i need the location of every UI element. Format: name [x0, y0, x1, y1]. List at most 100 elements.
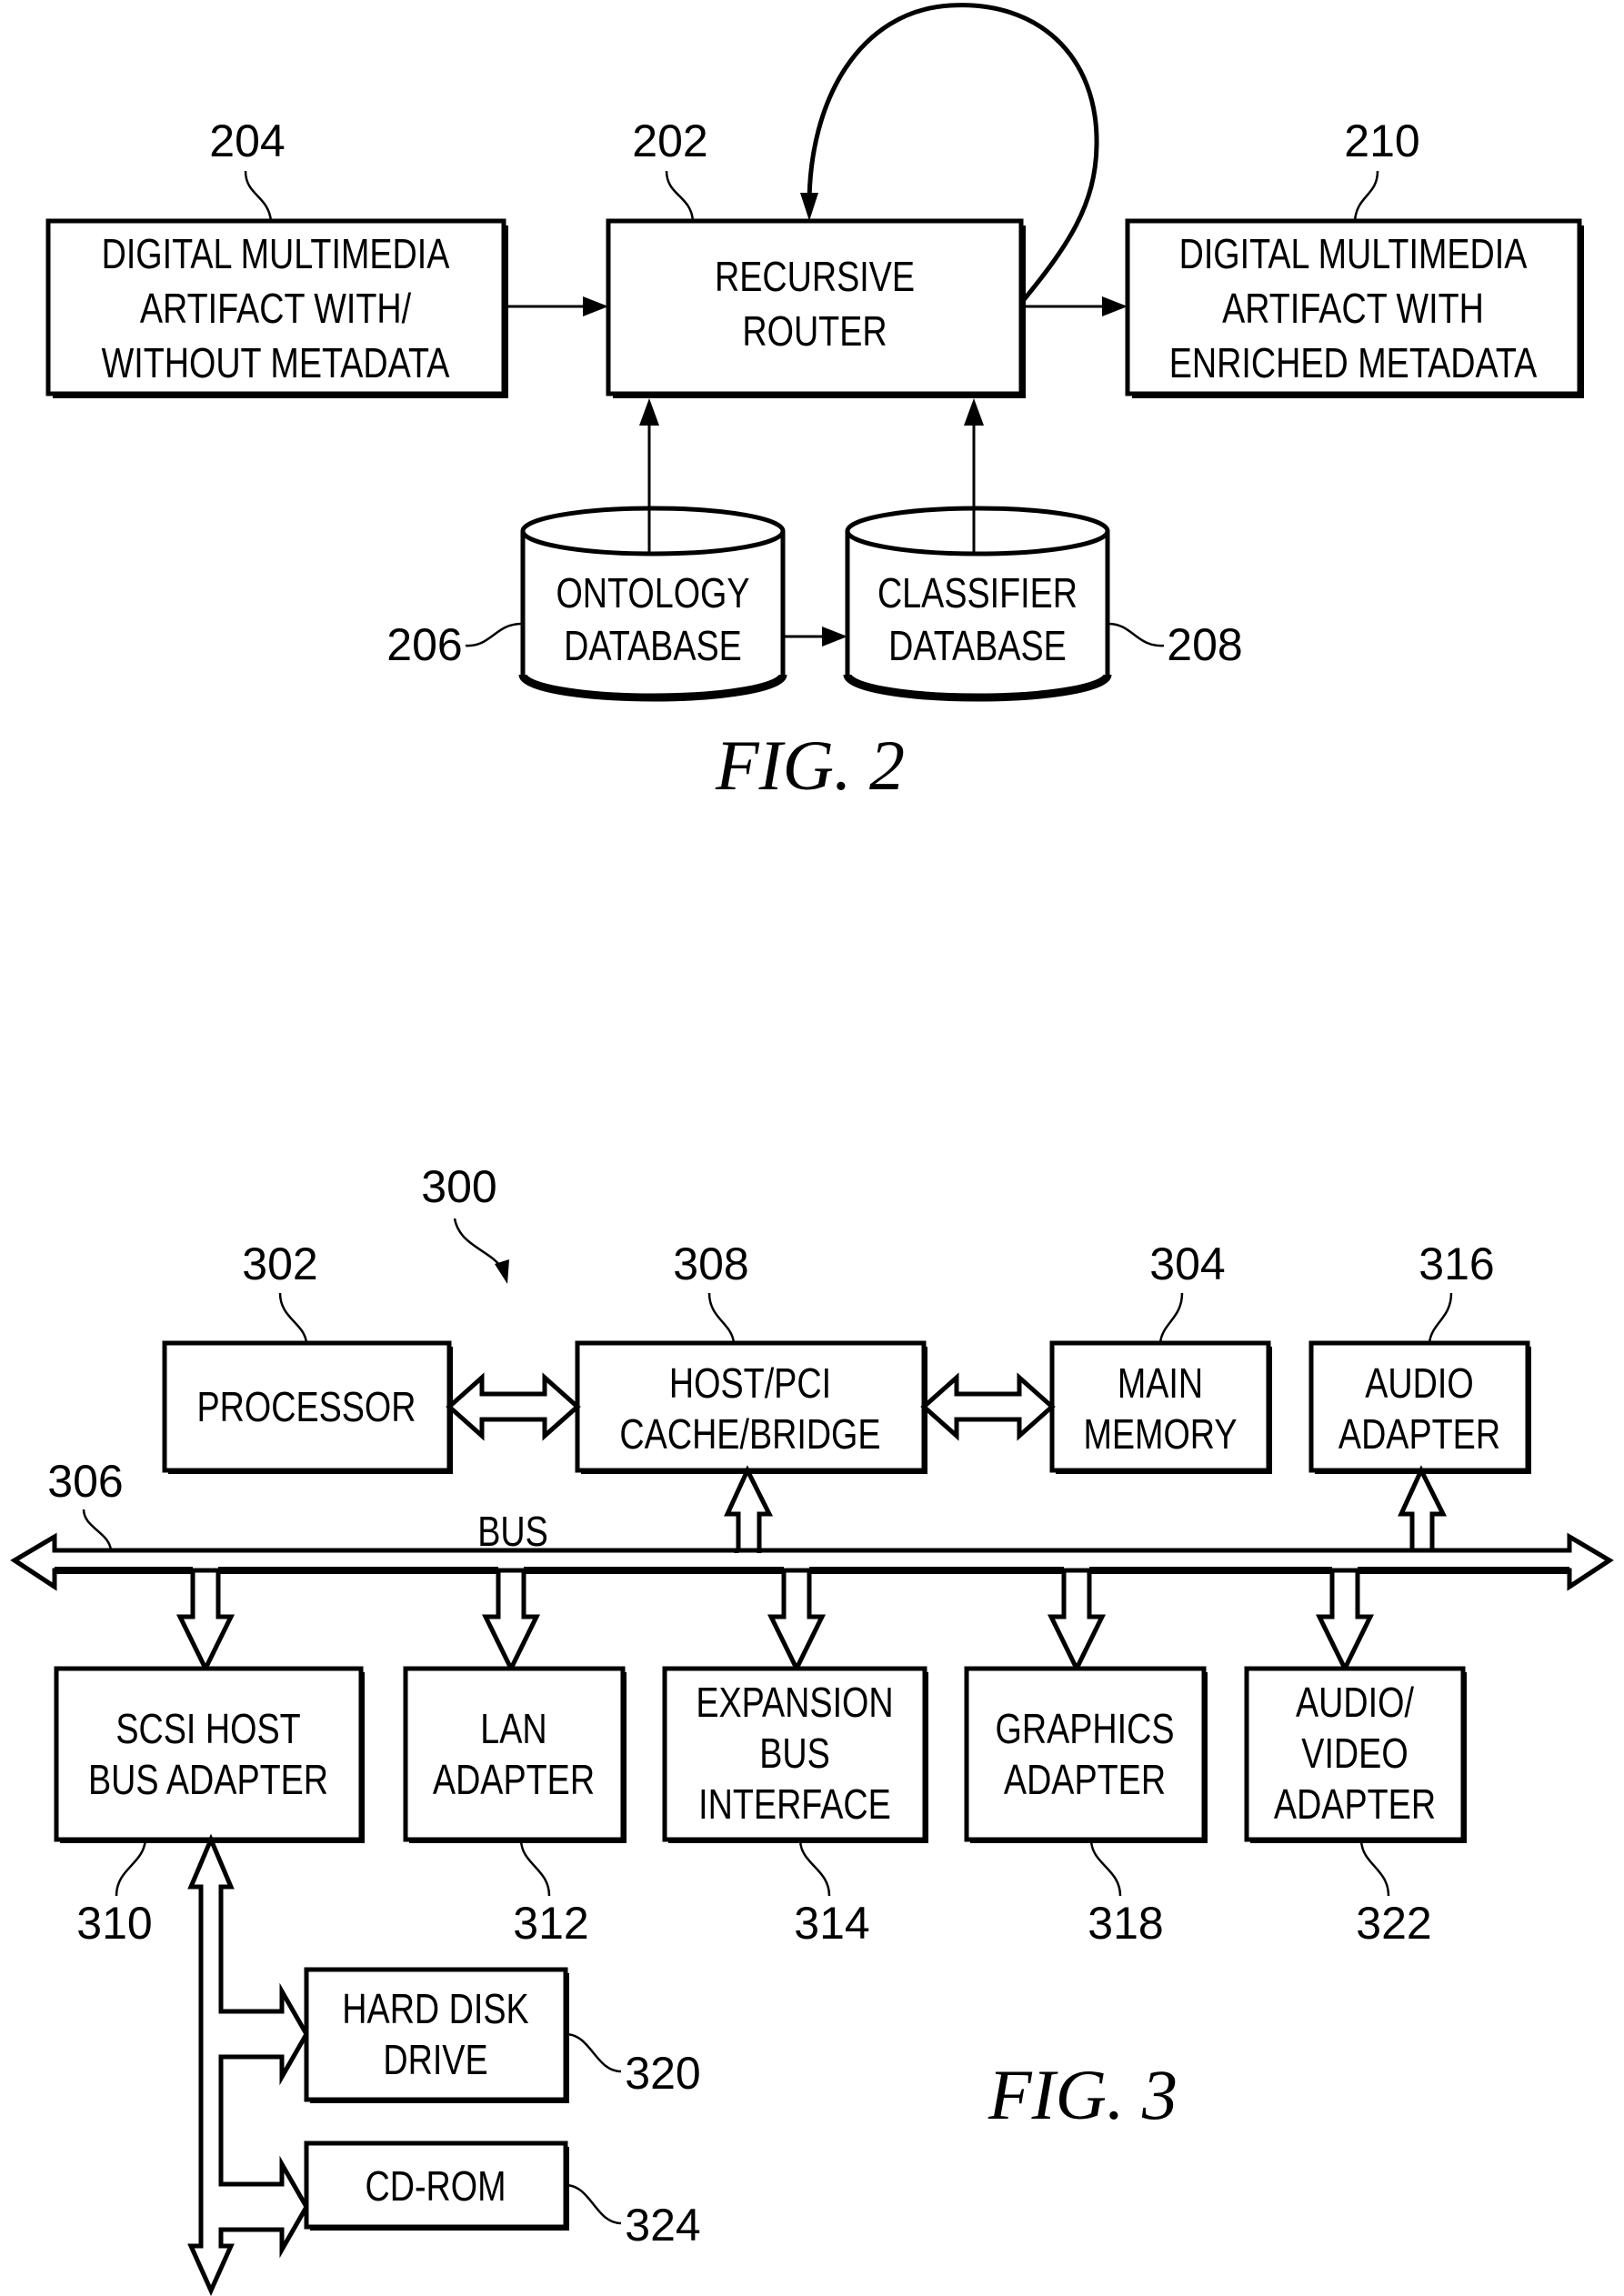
- node-graphics-adapter: GRAPHICS ADAPTER: [964, 1666, 1208, 1843]
- ref-numeral: 302: [242, 1238, 317, 1289]
- edge-host-pci-main-memory: [920, 1372, 1056, 1441]
- node-label-line: DIGITAL MULTIMEDIA: [1179, 230, 1528, 277]
- node-label-line: RECURSIVE: [715, 253, 915, 300]
- node-label-line: CACHE/BRIDGE: [619, 1410, 880, 1458]
- ref-numeral: 202: [632, 115, 707, 166]
- leader-line: [115, 1839, 147, 1897]
- node-label-line: EXPANSION: [696, 1679, 893, 1726]
- node-label-line: PROCESSOR: [196, 1383, 416, 1430]
- node-main-memory: MAIN MEMORY: [1049, 1340, 1272, 1474]
- leader-line: [519, 1839, 551, 1897]
- node-label-line: DATABASE: [564, 622, 742, 669]
- figure-3: 300 PROCESSOR 302 HOST/PCI CACHE/BRIDGE …: [10, 1161, 1614, 2296]
- node-label-line: ADAPTER: [1338, 1410, 1500, 1458]
- node-cd-rom: CD-ROM: [304, 2141, 569, 2231]
- node-audio-video-adapter: AUDIO/ VIDEO ADAPTER: [1244, 1666, 1467, 1843]
- ref-numeral: 318: [1088, 1898, 1163, 1949]
- leader-line: [798, 1839, 831, 1897]
- node-label-line: MEMORY: [1083, 1410, 1237, 1458]
- node-label-line: ONTOLOGY: [556, 569, 749, 617]
- node-label-line: ROUTER: [742, 307, 887, 355]
- node-scsi-adapter: SCSI HOST BUS ADAPTER: [54, 1666, 365, 1843]
- leader-line: [278, 1292, 308, 1344]
- system-ref-arrow: [453, 1218, 509, 1284]
- node-label-line: DIGITAL MULTIMEDIA: [102, 230, 450, 277]
- node-recursive-router: RECURSIVE ROUTER: [606, 218, 1026, 398]
- node-output-artifact: DIGITAL MULTIMEDIA ARTIFACT WITH ENRICHE…: [1125, 218, 1584, 398]
- leader-line: [244, 170, 273, 222]
- figure-2: DIGITAL MULTIMEDIA ARTIFACT WITH/ WITHOU…: [45, 3, 1584, 805]
- node-classifier-database: CLASSIFIER DATABASE: [843, 506, 1112, 702]
- node-label-line: ARTIFACT WITH: [1222, 285, 1484, 332]
- node-hard-disk-drive: HARD DISK DRIVE: [304, 1967, 569, 2103]
- node-processor: PROCESSOR: [162, 1340, 453, 1474]
- ref-numeral: 308: [673, 1238, 748, 1289]
- leader-line: [1089, 1839, 1122, 1897]
- edge-bus-to-scsi: [175, 1568, 236, 1674]
- node-label-line: AUDIO: [1365, 1359, 1473, 1407]
- node-label-line: ADAPTER: [433, 1756, 595, 1803]
- ref-numeral: 210: [1344, 115, 1419, 166]
- figure-caption: FIG. 2: [715, 726, 905, 805]
- ref-numeral: 320: [625, 2048, 700, 2099]
- node-label-line: DATABASE: [888, 622, 1067, 669]
- node-label-line: ADAPTER: [1004, 1756, 1166, 1803]
- node-ontology-database: ONTOLOGY DATABASE: [518, 506, 787, 702]
- ref-numeral: 322: [1356, 1898, 1431, 1949]
- node-label-line: AUDIO/: [1296, 1679, 1414, 1726]
- bus-label: BUS: [477, 1508, 548, 1555]
- ref-numeral: 312: [513, 1898, 588, 1949]
- edge-bus-to-av-adapter: [1315, 1568, 1375, 1674]
- edge-bus-to-expansion: [767, 1568, 827, 1674]
- edge-router-to-output: [1021, 296, 1128, 316]
- node-label-line: INTERFACE: [698, 1780, 891, 1828]
- ref-numeral: 324: [625, 2200, 700, 2251]
- leader-line: [1359, 1839, 1390, 1897]
- ref-numeral: 204: [209, 115, 285, 166]
- node-input-artifact: DIGITAL MULTIMEDIA ARTIFACT WITH/ WITHOU…: [45, 218, 508, 398]
- node-label-line: CD-ROM: [365, 2162, 506, 2210]
- system-ref-numeral: 300: [421, 1161, 496, 1212]
- node-label-line: LAN: [480, 1705, 546, 1752]
- node-label-line: VIDEO: [1301, 1730, 1408, 1777]
- leader-line: [565, 2032, 622, 2073]
- leader-line: [565, 2183, 622, 2225]
- node-audio-adapter: AUDIO ADAPTER: [1308, 1340, 1531, 1474]
- edge-input-to-router: [504, 296, 608, 316]
- node-label-line: ADAPTER: [1274, 1780, 1436, 1828]
- node-label-line: BUS: [759, 1730, 830, 1777]
- node-label-line: WITHOUT METADATA: [102, 339, 450, 386]
- node-label-line: MAIN: [1118, 1359, 1203, 1407]
- leader-line: [1428, 1292, 1453, 1344]
- node-label-line: DRIVE: [383, 2036, 487, 2083]
- edge-processor-host-pci: [446, 1372, 581, 1441]
- edge-ontology-to-classifier: [783, 627, 847, 647]
- ref-numeral: 206: [386, 619, 462, 670]
- leader-line: [465, 622, 524, 647]
- leader-line: [1158, 1292, 1184, 1344]
- leader-line: [665, 170, 695, 222]
- node-host-pci-bridge: HOST/PCI CACHE/BRIDGE: [575, 1340, 927, 1474]
- node-label-line: ARTIFACT WITH/: [140, 285, 411, 332]
- node-label-line: HARD DISK: [342, 1985, 529, 2032]
- node-label-line: HOST/PCI: [669, 1359, 831, 1407]
- leader-line: [707, 1292, 736, 1344]
- leader-line: [1353, 170, 1379, 222]
- leader-line: [82, 1509, 113, 1551]
- edge-bus-to-graphics: [1047, 1568, 1107, 1674]
- edge-bus-to-host-pci: [724, 1465, 774, 1553]
- node-label-line: GRAPHICS: [995, 1705, 1174, 1752]
- node-label-line: SCSI HOST: [115, 1705, 300, 1752]
- edge-bus-to-audio-adapter: [1398, 1465, 1448, 1553]
- edge-bus-to-lan: [481, 1568, 541, 1674]
- ref-numeral: 314: [794, 1898, 869, 1949]
- ref-numeral: 310: [76, 1898, 152, 1949]
- ref-numeral: 304: [1149, 1238, 1225, 1289]
- figure-caption: FIG. 3: [987, 2055, 1178, 2134]
- node-label-line: BUS ADAPTER: [88, 1756, 328, 1803]
- ref-numeral: 316: [1418, 1238, 1494, 1289]
- node-lan-adapter: LAN ADAPTER: [403, 1666, 627, 1843]
- edge-scsi-storage-bus: [187, 1833, 309, 2296]
- system-bus: [10, 1532, 1614, 1591]
- leader-line: [1107, 622, 1165, 647]
